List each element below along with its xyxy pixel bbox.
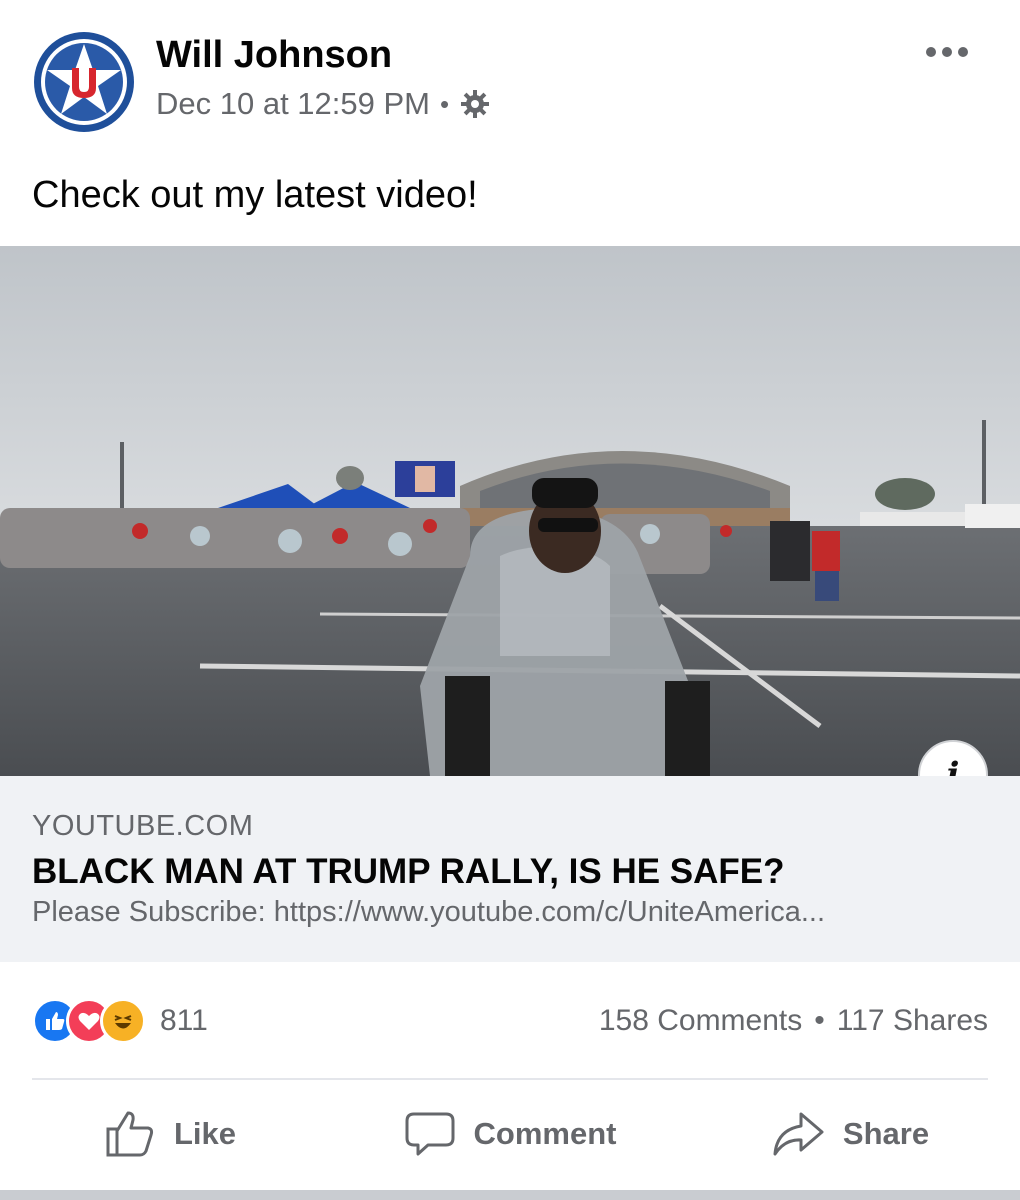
share-label: Share: [842, 1116, 930, 1151]
avatar[interactable]: [32, 30, 136, 134]
feed-separator: [0, 1190, 1020, 1200]
share-button[interactable]: Share: [680, 1082, 1020, 1186]
link-description: Please Subscribe: https://www.youtube.co…: [32, 896, 826, 928]
comment-label: Comment: [473, 1116, 617, 1151]
engagement-stats: 811 158 Comments • 117 Shares: [0, 990, 1020, 1056]
reactions-summary[interactable]: 811: [32, 998, 208, 1044]
more-options-icon[interactable]: [924, 42, 970, 62]
link-title[interactable]: BLACK MAN AT TRUMP RALLY, IS HE SAFE?: [32, 852, 785, 892]
comment-share-counts: 158 Comments • 117 Shares: [599, 1004, 988, 1038]
reaction-count: 811: [160, 1004, 208, 1037]
like-button[interactable]: Like: [0, 1082, 340, 1186]
comment-button[interactable]: Comment: [340, 1082, 680, 1186]
comments-count[interactable]: 158 Comments: [599, 1004, 802, 1038]
link-preview-card[interactable]: YOUTUBE.COM BLACK MAN AT TRUMP RALLY, IS…: [0, 776, 1020, 962]
post-meta: Dec 10 at 12:59 PM •: [156, 86, 491, 122]
haha-icon: [100, 998, 146, 1044]
share-icon: [773, 1112, 824, 1156]
meta-separator: •: [440, 88, 450, 119]
comment-icon: [405, 1112, 455, 1156]
divider: [32, 1078, 988, 1080]
link-domain: YOUTUBE.COM: [32, 810, 254, 842]
action-bar: Like Comment Share: [0, 1082, 1020, 1186]
video-thumbnail[interactable]: [0, 246, 1020, 776]
stats-separator: •: [814, 1004, 825, 1037]
shares-count[interactable]: 117 Shares: [837, 1004, 988, 1038]
thumbs-up-icon: [106, 1111, 154, 1157]
gear-icon[interactable]: [459, 88, 491, 120]
rally-photo: [0, 246, 1020, 776]
like-label: Like: [173, 1116, 237, 1151]
author-name[interactable]: Will Johnson: [156, 34, 392, 77]
post-text: Check out my latest video!: [32, 174, 478, 216]
post-header: Will Johnson Dec 10 at 12:59 PM •: [0, 0, 1020, 150]
post-date[interactable]: Dec 10 at 12:59 PM: [156, 86, 430, 122]
